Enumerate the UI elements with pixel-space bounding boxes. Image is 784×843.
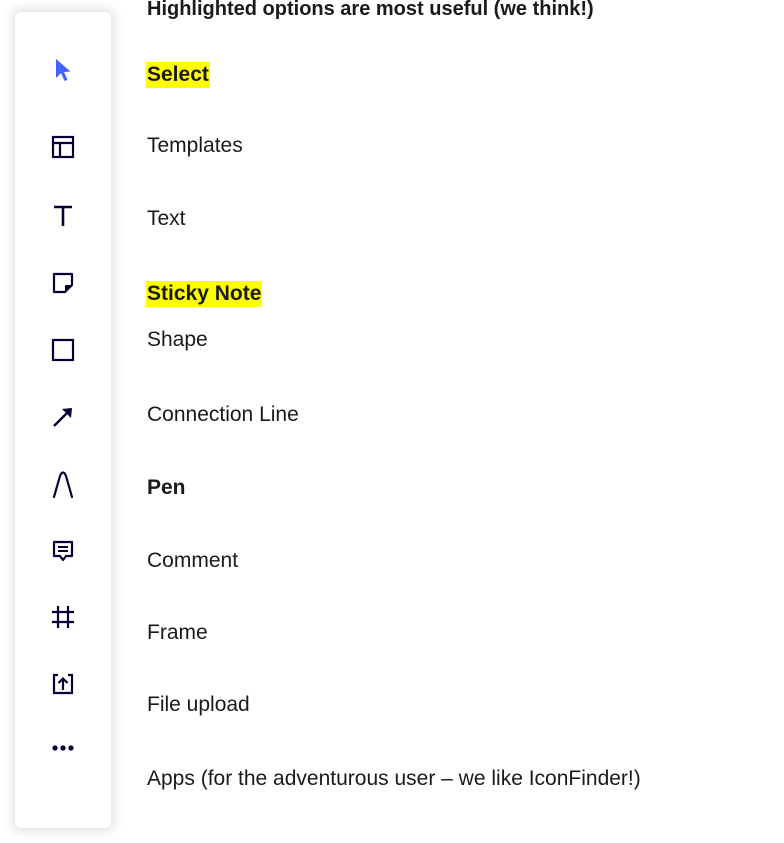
toolbar-comment-button[interactable] [15,531,111,571]
pen-icon [49,468,77,500]
toolbar-apps-button[interactable] [15,728,111,768]
label-apps: Apps (for the adventurous user – we like… [147,767,641,790]
text-icon [49,202,77,230]
toolbar-templates-button[interactable] [15,127,111,167]
toolbar-pen-button[interactable] [15,464,111,504]
toolbar [15,12,111,828]
sticky-note-icon [49,269,77,297]
toolbar-file-upload-button[interactable] [15,664,111,704]
comment-icon [49,537,77,565]
label-frame: Frame [147,621,208,644]
page-heading: Highlighted options are most useful (we … [147,0,594,20]
toolbar-frame-button[interactable] [15,597,111,637]
toolbar-select-button[interactable] [15,50,111,90]
toolbar-text-button[interactable] [15,196,111,236]
toolbar-connection-line-button[interactable] [15,397,111,437]
label-shape: Shape [147,328,208,351]
more-dots-icon [49,742,77,754]
label-connection-line: Connection Line [147,403,299,426]
frame-icon [49,603,77,631]
toolbar-sticky-note-button[interactable] [15,263,111,303]
label-text: Text [147,207,186,230]
arrow-line-icon [49,403,77,431]
square-shape-icon [49,336,77,364]
label-templates: Templates [147,134,243,157]
toolbar-shape-button[interactable] [15,330,111,370]
label-sticky-note: Sticky Note [146,281,263,307]
label-comment: Comment [147,549,239,572]
file-upload-icon [49,670,77,698]
label-pen: Pen [147,476,186,499]
label-select: Select [146,62,210,88]
cursor-arrow-icon [51,56,75,84]
label-file-upload: File upload [147,693,250,716]
templates-icon [49,133,77,161]
